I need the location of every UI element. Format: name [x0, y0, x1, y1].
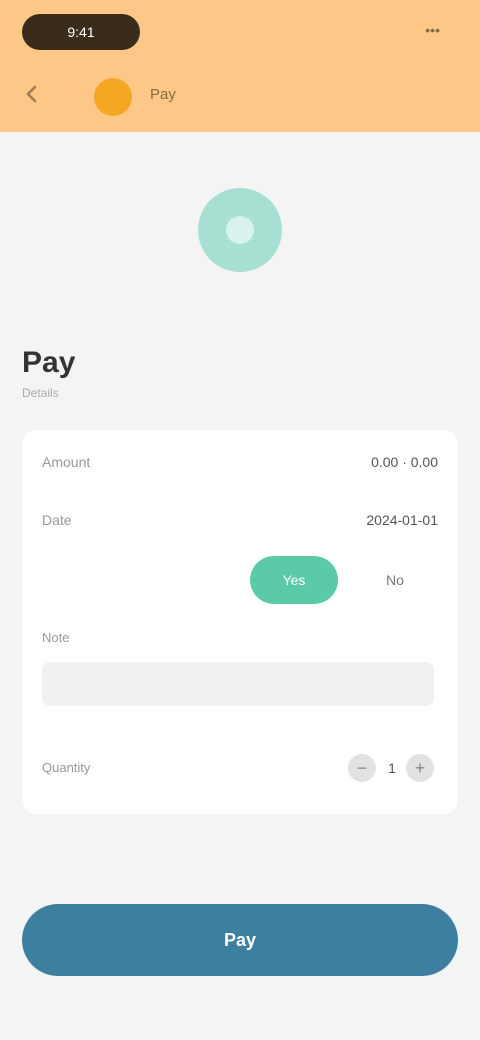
brand-logo-icon — [94, 78, 132, 116]
merchant-logo-center — [226, 216, 254, 244]
row-value-amount: 0.00 · 0.00 — [371, 454, 438, 470]
app-screen: 9:41 ••• Pay Pay Details Amount 0.00 · 0… — [0, 0, 480, 1040]
pay-button[interactable]: Pay — [22, 904, 458, 976]
payment-details-card: Amount 0.00 · 0.00 Date 2024-01-01 Yes N… — [22, 430, 458, 814]
more-menu-button[interactable]: ••• — [384, 22, 440, 40]
note-label: Note — [42, 630, 70, 645]
quantity-value: 1 — [388, 760, 396, 776]
note-input[interactable] — [42, 662, 434, 706]
quantity-label: Quantity — [42, 760, 91, 775]
row-value-date[interactable]: 2024-01-01 — [366, 512, 438, 528]
brand-name: Pay — [150, 86, 176, 103]
row-label-date: Date — [42, 512, 72, 528]
quantity-increase-button[interactable]: + — [406, 754, 434, 782]
header-bar: 9:41 ••• Pay — [0, 0, 480, 132]
status-pill: 9:41 — [22, 14, 140, 50]
option-no-button[interactable]: No — [352, 566, 438, 594]
row-label-amount: Amount — [42, 454, 91, 470]
page-subtitle: Details — [22, 386, 59, 400]
quantity-decrease-button[interactable]: − — [348, 754, 376, 782]
option-yes-button[interactable]: Yes — [250, 556, 338, 604]
merchant-logo-icon — [198, 188, 282, 272]
back-arrow-icon[interactable] — [22, 84, 42, 104]
page-title: Pay — [22, 346, 76, 379]
